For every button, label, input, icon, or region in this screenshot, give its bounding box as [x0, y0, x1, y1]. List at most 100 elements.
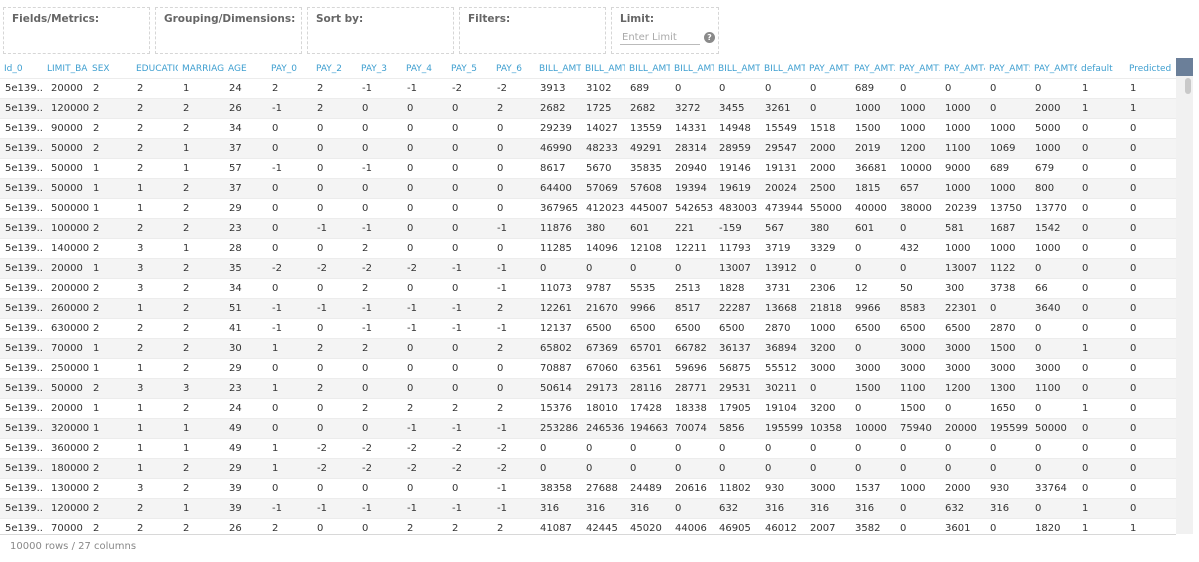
table-cell: 2 — [93, 503, 100, 514]
table-row[interactable]: 5e139... 20000 2 2 1 24 2 2 -1 -1 -2 -2 3913 3102 689 0… — [0, 78, 1176, 98]
table-cell: 581 — [945, 223, 965, 234]
table-cell: 46905 — [719, 523, 751, 534]
table-cell: 0 — [1082, 383, 1089, 394]
table-cell: 21670 — [586, 303, 618, 314]
table-cell: 1100 — [900, 383, 926, 394]
table-cell: 2 — [93, 483, 100, 494]
column-header[interactable]: BILL_AMT1 — [535, 60, 581, 78]
column-header[interactable]: SEX — [88, 60, 132, 78]
table-cell: 0 — [1130, 243, 1137, 254]
table-row[interactable]: 5e139... 20000 1 3 2 35 -2 -2 -2 -2 -1 -1 0 0 0 0 13007 1… — [0, 258, 1176, 278]
column-header[interactable]: PAY_6 — [492, 60, 535, 78]
table-cell: 45020 — [630, 523, 662, 534]
table-cell: 0 — [362, 103, 369, 114]
table-cell: 49291 — [630, 143, 662, 154]
table-cell: -1 — [407, 323, 417, 334]
table-cell: 2 — [183, 303, 190, 314]
table-cell: 2000 — [810, 163, 836, 174]
column-header[interactable]: PAY_AMT1 — [805, 60, 850, 78]
vertical-scrollbar[interactable] — [1176, 58, 1193, 534]
table-row[interactable]: 5e139... 100000 2 2 2 23 0 -1 -1 0 0 -1 11876 380 601 2… — [0, 218, 1176, 238]
grouping-dimensions-dropzone[interactable]: Grouping/Dimensions: — [155, 7, 302, 54]
table-cell: 320000 — [51, 423, 90, 434]
table-row[interactable]: 5e139... 50000 1 1 2 37 0 0 0 0 0 0 64400 57069 57608 1… — [0, 178, 1176, 198]
table-cell: 0 — [855, 243, 862, 254]
table-row[interactable]: 5e139... 320000 1 1 1 49 0 0 0 -1 -1 -1 253286 246536… — [0, 418, 1176, 438]
table-cell: 1 — [1082, 403, 1089, 414]
table-row[interactable]: 5e139... 180000 2 1 2 29 1 -2 -2 -2 -2 -2 0 0 0 0 0 0 0 0 0 0… — [0, 458, 1176, 478]
column-header[interactable]: default — [1077, 60, 1125, 78]
column-header[interactable]: PAY_AMT4 — [940, 60, 985, 78]
table-cell: 380 — [810, 223, 830, 234]
table-cell: 0 — [452, 203, 459, 214]
table-row[interactable]: 5e139... 50000 2 3 3 23 1 2 0 0 0 0 50614 29173 28116 2… — [0, 378, 1176, 398]
table-cell: 2 — [137, 103, 144, 114]
table-row[interactable]: 5e139... 500000 1 1 2 29 0 0 0 0 0 0 367965 412023 445… — [0, 198, 1176, 218]
fields-metrics-dropzone[interactable]: Fields/Metrics: — [3, 7, 150, 54]
column-header[interactable]: AGE — [224, 60, 267, 78]
table-cell: 66782 — [675, 343, 707, 354]
table-cell: 445007 — [630, 203, 669, 214]
column-header[interactable]: Predicted — [1125, 60, 1176, 78]
table-row[interactable]: 5e139... 250000 1 1 2 29 0 0 0 0 0 0 70887 67060 63561… — [0, 358, 1176, 378]
table-cell: 5e139... — [5, 143, 43, 154]
column-header[interactable]: MARRIAGE — [178, 60, 224, 78]
column-header[interactable]: PAY_3 — [357, 60, 402, 78]
table-row[interactable]: 5e139... 70000 2 2 2 26 2 0 0 2 2 2 41087 42445 45020 4… — [0, 518, 1176, 534]
table-cell: -2 — [317, 263, 327, 274]
table-row[interactable]: 5e139... 120000 2 2 1 39 -1 -1 -1 -1 -1 -1 316 316 316… — [0, 498, 1176, 518]
table-row[interactable]: 5e139... 50000 2 2 1 37 0 0 0 0 0 0 46990 48233 49291 2… — [0, 138, 1176, 158]
table-row[interactable]: 5e139... 260000 2 1 2 51 -1 -1 -1 -1 -1 2 12261 21670… — [0, 298, 1176, 318]
table-row[interactable]: 5e139... 120000 2 2 2 26 -1 2 0 0 0 2 2682 1725 2682 32… — [0, 98, 1176, 118]
table-cell: 2 — [183, 343, 190, 354]
column-header[interactable]: PAY_AMT2 — [850, 60, 895, 78]
table-row[interactable]: 5e139... 50000 1 2 1 57 -1 0 -1 0 0 0 8617 5670 35835 2… — [0, 158, 1176, 178]
column-header[interactable]: PAY_AMT6 — [1030, 60, 1077, 78]
column-header[interactable]: BILL_AMT2 — [581, 60, 625, 78]
column-header[interactable]: PAY_5 — [447, 60, 492, 78]
table-cell: 2019 — [855, 143, 881, 154]
column-header[interactable]: BILL_AMT6 — [760, 60, 805, 78]
table-cell: 0 — [317, 283, 324, 294]
table-cell: 0 — [1082, 123, 1089, 134]
column-header[interactable]: BILL_AMT4 — [670, 60, 714, 78]
scrollbar-thumb[interactable] — [1185, 78, 1191, 94]
column-header[interactable]: Id_0 — [0, 60, 43, 78]
column-header[interactable]: BILL_AMT5 — [714, 60, 760, 78]
column-header[interactable]: PAY_4 — [402, 60, 447, 78]
column-header[interactable]: EDUCATIO — [132, 60, 178, 78]
column-header[interactable]: PAY_AMT5 — [985, 60, 1030, 78]
table-cell: 632 — [945, 503, 965, 514]
table-cell: 5e139... — [5, 203, 43, 214]
column-header[interactable]: LIMIT_BAL — [43, 60, 88, 78]
table-cell: 0 — [497, 243, 504, 254]
table-cell: 1000 — [945, 103, 971, 114]
table-cell: 29 — [229, 203, 242, 214]
limit-input[interactable] — [620, 31, 700, 45]
column-header[interactable]: PAY_0 — [267, 60, 312, 78]
table-row[interactable]: 5e139... 90000 2 2 2 34 0 0 0 0 0 0 29239 14027 13559 1… — [0, 118, 1176, 138]
table-row[interactable]: 5e139... 140000 2 3 1 28 0 0 2 0 0 0 11285 14096 12108… — [0, 238, 1176, 258]
table-cell: 0 — [452, 163, 459, 174]
table-row[interactable]: 5e139... 360000 2 1 1 49 1 -2 -2 -2 -2 -2 0 0 0 0 0 0 0 0 0 0… — [0, 438, 1176, 458]
table-cell: 1000 — [945, 243, 971, 254]
column-header[interactable]: PAY_2 — [312, 60, 357, 78]
table-row[interactable]: 5e139... 20000 1 1 2 24 0 0 2 2 2 2 15376 18010 17428 1… — [0, 398, 1176, 418]
column-header[interactable]: BILL_AMT3 — [625, 60, 670, 78]
table-cell: 42445 — [586, 523, 618, 534]
table-cell: 2 — [93, 103, 100, 114]
table-row[interactable]: 5e139... 70000 1 2 2 30 1 2 2 0 0 2 65802 67369 65701 6… — [0, 338, 1176, 358]
table-cell: 0 — [765, 463, 772, 474]
table-row[interactable]: 5e139... 200000 2 3 2 34 0 0 2 0 0 -1 11073 9787 5535 2… — [0, 278, 1176, 298]
filters-dropzone[interactable]: Filters: — [459, 7, 606, 54]
help-icon[interactable]: ? — [704, 32, 715, 43]
table-cell: 0 — [1082, 163, 1089, 174]
table-cell: -1 — [407, 503, 417, 514]
sort-by-dropzone[interactable]: Sort by: — [307, 7, 454, 54]
column-header[interactable]: PAY_AMT3 — [895, 60, 940, 78]
table-cell: 0 — [317, 363, 324, 374]
table-cell: 19619 — [719, 183, 751, 194]
table-row[interactable]: 5e139... 130000 2 3 2 39 0 0 0 0 0 -1 38358 27688 2448… — [0, 478, 1176, 498]
table-row[interactable]: 5e139... 630000 2 2 2 41 -1 0 -1 -1 -1 -1 12137 6500 6… — [0, 318, 1176, 338]
table-cell: 0 — [452, 483, 459, 494]
